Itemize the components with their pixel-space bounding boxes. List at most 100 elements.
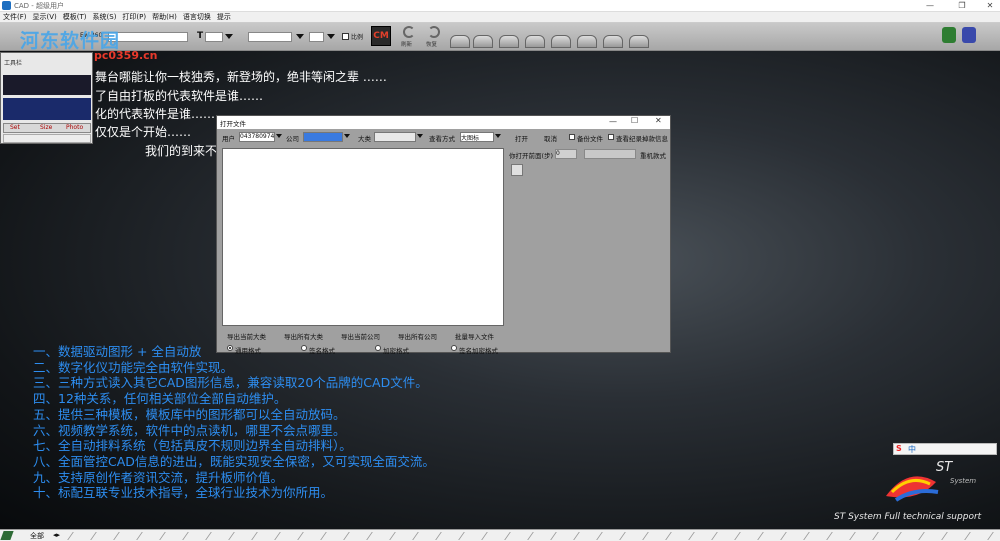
open-button[interactable]: 打开: [515, 133, 528, 143]
menu-help[interactable]: 帮助(H): [149, 12, 180, 23]
maximize-button[interactable]: ❐: [952, 0, 972, 11]
search-field[interactable]: [584, 149, 636, 159]
intro-line-2: 了自由打板的代表软件是谁……: [95, 89, 264, 103]
dialog-close-button[interactable]: ✕: [655, 116, 662, 125]
status-divider: [481, 532, 499, 540]
size-combo[interactable]: [205, 32, 223, 42]
status-divider: [136, 532, 154, 540]
app-icon: [2, 1, 11, 10]
feature-item: 七、全自动排料系统（包括真皮不规则边界全自动排料）。: [33, 438, 352, 454]
status-divider: [619, 532, 637, 540]
cancel-button[interactable]: 取消: [544, 133, 557, 143]
chevron-down-icon[interactable]: [417, 134, 423, 138]
format-radio-signed-encrypted[interactable]: [451, 345, 457, 351]
export-all-companies[interactable]: 导出所有公司: [398, 331, 437, 341]
feature-item: 十、标配互联专业技术指导，全球行业技术为你所用。: [33, 485, 334, 501]
rename-button[interactable]: 重机款式: [640, 150, 666, 160]
feature-item: 九、支持原创作者资讯交流，提升板师价值。: [33, 469, 284, 485]
tool-tab-5[interactable]: [551, 35, 571, 48]
status-divider: [987, 532, 1000, 540]
intro-line-4: 仅仅是个开始……: [95, 125, 192, 139]
tab-size[interactable]: Size: [40, 124, 52, 131]
tool-tab-3[interactable]: [499, 35, 519, 48]
menu-system[interactable]: 系统(S): [90, 12, 120, 23]
status-divider: [849, 532, 867, 540]
company-combo[interactable]: [303, 132, 343, 142]
close-button[interactable]: ✕: [980, 0, 1000, 11]
tool-icons-row-2[interactable]: [3, 98, 91, 120]
ratio-checkbox[interactable]: [342, 33, 349, 40]
tool-tab-7[interactable]: [603, 35, 623, 48]
status-divider: [596, 532, 614, 540]
chevron-down-icon[interactable]: [225, 34, 233, 39]
status-divider: [527, 532, 545, 540]
batch-import-files[interactable]: 批量导入文件: [455, 331, 494, 341]
minimize-button[interactable]: —: [920, 0, 940, 11]
file-list[interactable]: [222, 148, 504, 326]
status-divider: [711, 532, 729, 540]
tool-tab-6[interactable]: [577, 35, 597, 48]
text-tool[interactable]: T: [197, 31, 203, 41]
chevron-down-icon[interactable]: [296, 34, 304, 39]
status-divider: [757, 532, 775, 540]
status-divider: [205, 532, 223, 540]
color-combo[interactable]: [309, 32, 324, 42]
dialog-title-bar: 打开文件 — ☐ ✕: [217, 116, 670, 129]
user-icon[interactable]: [942, 27, 956, 43]
menu-language[interactable]: 语言切换: [180, 12, 214, 23]
feature-item: 一、数据驱动图形 + 全自动放: [33, 344, 202, 359]
export-current-category[interactable]: 导出当前大类: [227, 331, 266, 341]
feature-list: 一、数据驱动图形 + 全自动放 二、数字化仪功能完全由软件实现。 三、三种方式读…: [33, 344, 435, 501]
style-combo[interactable]: [248, 32, 292, 42]
tool-tab-1[interactable]: [450, 35, 470, 48]
preview-thumbnail[interactable]: [511, 164, 523, 176]
chevron-down-icon[interactable]: [276, 134, 282, 138]
lock-icon[interactable]: [962, 27, 976, 43]
tab-set[interactable]: Set: [10, 124, 20, 131]
menu-print[interactable]: 打印(P): [119, 12, 149, 23]
status-divider: [297, 532, 315, 540]
menu-file[interactable]: 文件(F): [0, 12, 30, 23]
toolbox-panel: 工具栏 Set Size Photo: [0, 52, 93, 144]
menu-template[interactable]: 模板(T): [60, 12, 90, 23]
backup-checkbox[interactable]: [569, 134, 575, 140]
status-divider: [435, 532, 453, 540]
open-count-input[interactable]: 0: [555, 149, 577, 159]
tool-tab-8[interactable]: [629, 35, 649, 48]
chevron-down-icon[interactable]: [344, 134, 350, 138]
tool-tab-2[interactable]: [473, 35, 493, 48]
tool-icons-row-1[interactable]: [3, 75, 91, 95]
feature-item: 四、12种关系，任何相关部位全部自动维护。: [33, 391, 287, 407]
tool-tab-4[interactable]: [525, 35, 545, 48]
ime-lang[interactable]: 中: [908, 444, 916, 455]
dialog-maximize-button[interactable]: ☐: [631, 116, 638, 125]
menu-tips[interactable]: 提示: [214, 12, 234, 23]
export-all-categories[interactable]: 导出所有大类: [284, 331, 323, 341]
category-combo[interactable]: [374, 132, 416, 142]
dialog-minimize-button[interactable]: —: [609, 117, 617, 126]
view-combo[interactable]: 大图标: [460, 132, 494, 142]
ime-toolbar[interactable]: S 中: [893, 443, 997, 455]
record-checkbox[interactable]: [608, 134, 614, 140]
status-divider: [550, 532, 568, 540]
status-divider: [734, 532, 752, 540]
chevron-down-icon[interactable]: [495, 134, 501, 138]
status-divider: [688, 532, 706, 540]
layer-arrows-icon[interactable]: ◂▸: [53, 531, 60, 539]
export-current-company[interactable]: 导出当前公司: [341, 331, 380, 341]
recover-label: 恢复: [426, 42, 438, 48]
layer-label[interactable]: 全部: [30, 531, 44, 541]
status-divider: [182, 532, 200, 540]
cm-logo-button[interactable]: CM: [371, 26, 391, 46]
tab-photo[interactable]: Photo: [66, 124, 83, 131]
menu-view[interactable]: 显示(V): [30, 12, 60, 23]
status-divider: [113, 532, 131, 540]
recover-icon[interactable]: [428, 26, 440, 38]
user-combo[interactable]: 043780974: [239, 132, 275, 142]
toolbox-nav[interactable]: [3, 134, 91, 143]
status-divider: [159, 532, 177, 540]
status-divider: [412, 532, 430, 540]
status-divider: [918, 532, 936, 540]
refresh-icon[interactable]: [403, 26, 415, 38]
chevron-down-icon[interactable]: [327, 34, 335, 39]
